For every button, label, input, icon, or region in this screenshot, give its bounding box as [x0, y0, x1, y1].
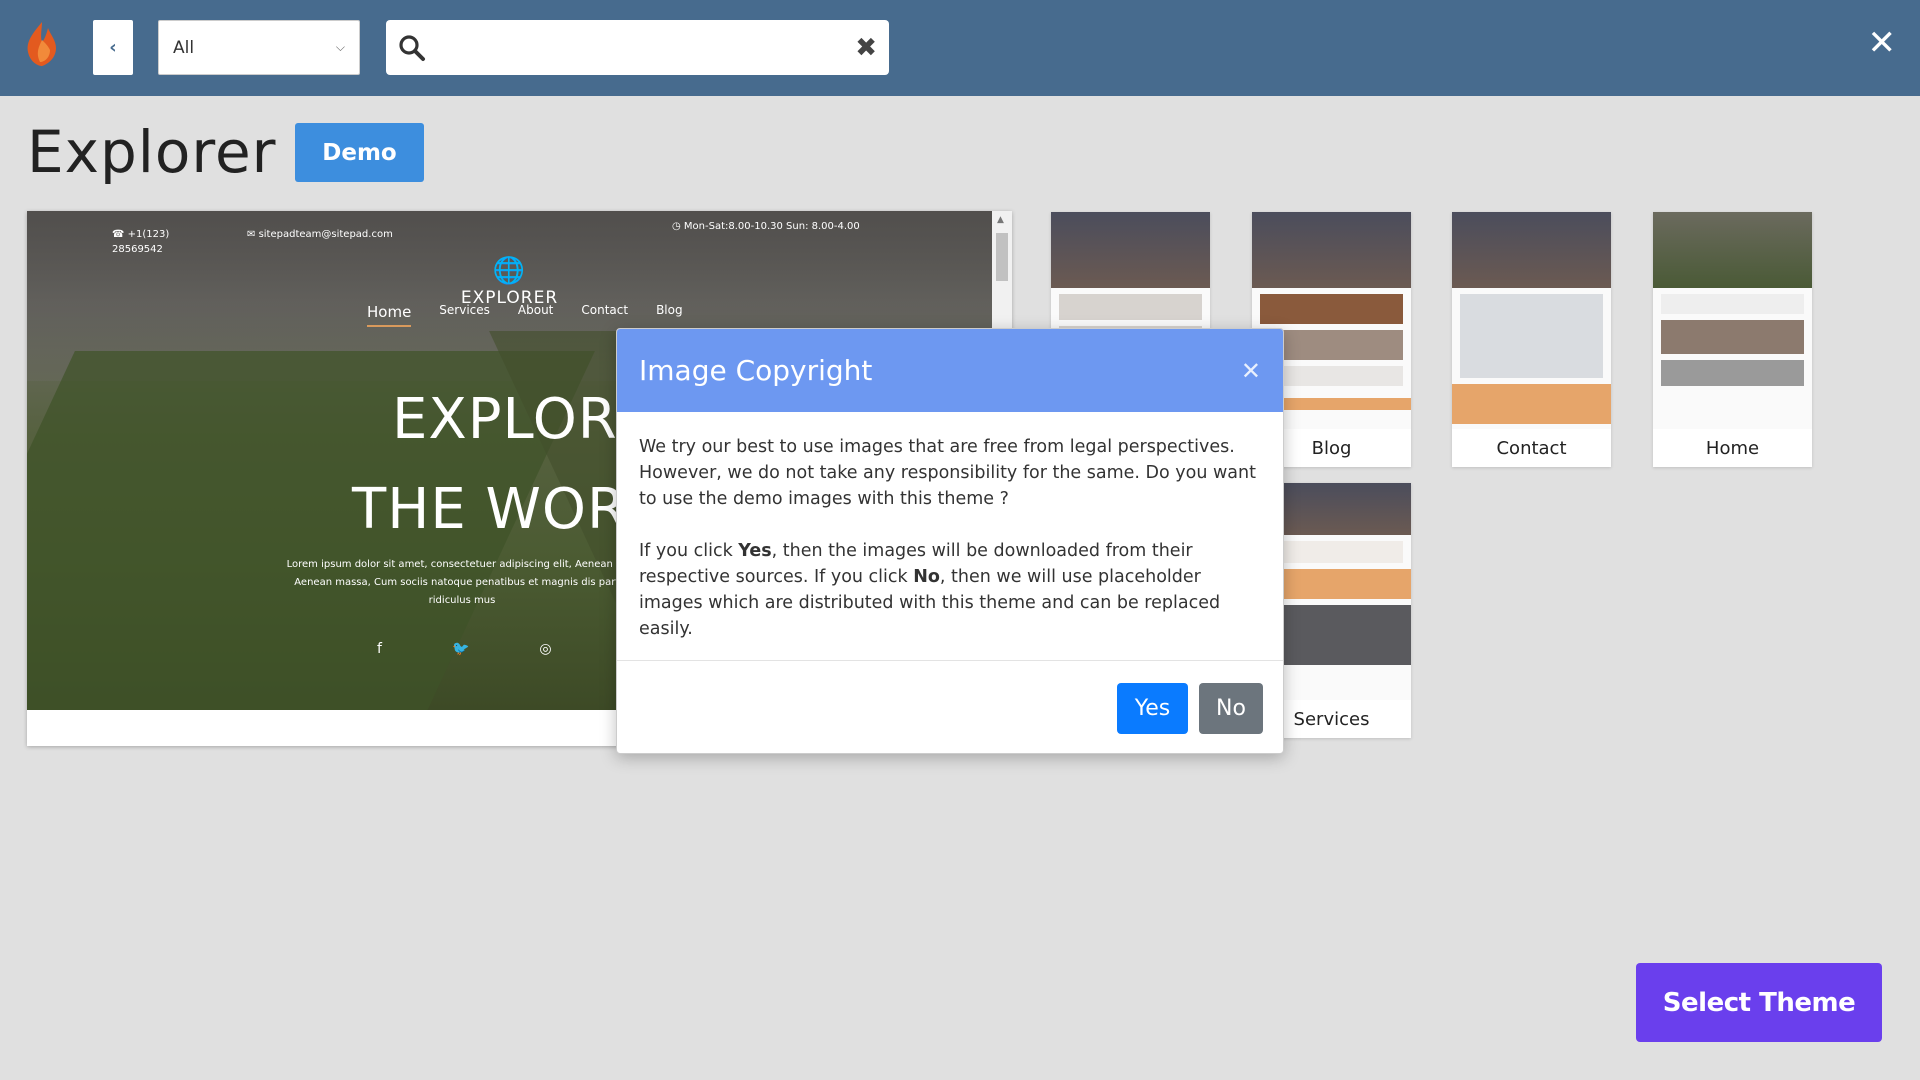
- preview-headline-2: THE WORL: [352, 477, 660, 542]
- preview-brand: 🌐 EXPLORER: [27, 256, 992, 308]
- demo-button[interactable]: Demo: [295, 123, 424, 182]
- close-icon[interactable]: ✕: [1241, 357, 1261, 385]
- search-input[interactable]: [436, 37, 846, 58]
- no-button[interactable]: No: [1199, 683, 1263, 734]
- chevron-down-icon: ⌵: [335, 40, 345, 54]
- preview-hours: ◷ Mon-Sat:8.00-10.30 Sun: 8.00-4.00: [672, 221, 860, 232]
- dialog-header: Image Copyright ✕: [617, 329, 1283, 412]
- mail-icon: ✉: [247, 229, 259, 240]
- preview-nav-item: About: [517, 303, 554, 317]
- top-bar: ‹ All ⌵ ✖ ✕: [0, 0, 1920, 96]
- close-icon[interactable]: ✕: [1868, 26, 1897, 60]
- preview-nav-item: Services: [439, 303, 490, 317]
- clear-search-icon[interactable]: ✖: [855, 33, 877, 63]
- dialog-footer: Yes No: [617, 660, 1283, 753]
- preview-nav-item: Blog: [656, 303, 683, 317]
- preview-email: ✉ sitepadteam@sitepad.com: [247, 229, 393, 240]
- select-theme-button[interactable]: Select Theme: [1636, 963, 1882, 1042]
- dialog-paragraph: We try our best to use images that are f…: [639, 437, 1256, 509]
- page-title: Explorer: [27, 118, 277, 186]
- dialog-title: Image Copyright: [639, 354, 873, 387]
- phone-icon: ☎: [112, 229, 128, 240]
- search-box: ✖: [386, 20, 889, 75]
- preview-socials: f 🐦 ◎: [377, 641, 552, 657]
- preview-nav-item: Contact: [581, 303, 629, 317]
- facebook-icon: f: [377, 641, 382, 657]
- category-select[interactable]: All ⌵: [158, 20, 360, 75]
- flame-logo-icon[interactable]: [22, 20, 62, 68]
- chevron-left-icon: ‹: [109, 37, 117, 58]
- image-copyright-dialog: Image Copyright ✕ We try our best to use…: [616, 328, 1284, 754]
- category-select-value: All: [173, 37, 195, 58]
- page-thumbnail-contact[interactable]: Contact: [1452, 212, 1611, 467]
- yes-button[interactable]: Yes: [1117, 683, 1188, 734]
- scrollbar-thumb[interactable]: [996, 233, 1008, 281]
- preview-nav-item: Home: [367, 303, 412, 327]
- back-button[interactable]: ‹: [93, 20, 133, 75]
- preview-lorem: Lorem ipsum dolor sit amet, consectetuer…: [286, 559, 638, 606]
- instagram-icon: ◎: [539, 641, 552, 657]
- preview-headline-1: EXPLORE: [392, 387, 655, 452]
- clock-icon: ◷: [672, 221, 684, 232]
- page-thumbnail-home[interactable]: Home: [1653, 212, 1812, 467]
- search-icon: [399, 34, 425, 61]
- preview-nav: Home Services About Contact Blog: [367, 303, 683, 327]
- preview-phone: ☎ +1(123) 28569542: [112, 229, 170, 255]
- dialog-body: We try our best to use images that are f…: [617, 412, 1283, 660]
- thumbnail-label: Home: [1705, 437, 1760, 459]
- scroll-up-icon[interactable]: ▲: [997, 215, 1004, 225]
- globe-icon: 🌐: [492, 256, 527, 286]
- thumbnail-label: Contact: [1496, 437, 1567, 459]
- twitter-icon: 🐦: [451, 641, 470, 657]
- dialog-paragraph: If you click Yes, then the images will b…: [639, 541, 1221, 639]
